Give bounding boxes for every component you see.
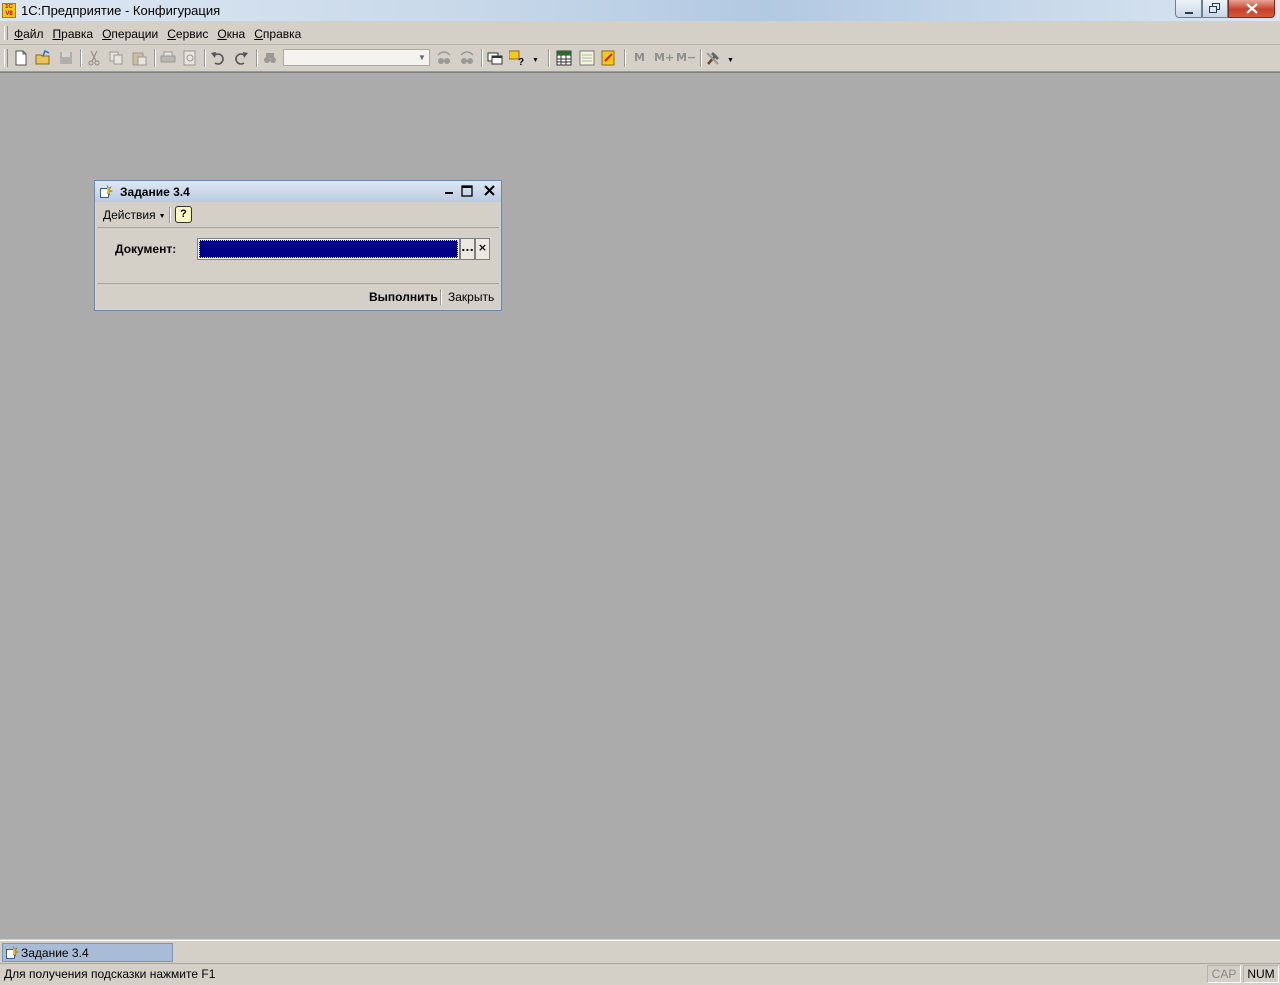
open-folder-icon[interactable] xyxy=(35,50,51,66)
document-field-input[interactable] xyxy=(197,238,460,260)
toolbar-grip[interactable] xyxy=(4,49,8,67)
help-dropdown-arrow-icon[interactable]: ▼ xyxy=(532,57,539,64)
window-tab-label: Задание 3.4 xyxy=(21,946,89,960)
close-window-button[interactable] xyxy=(1228,0,1275,18)
document-field-label: Документ: xyxy=(115,242,177,256)
toolbar-separator xyxy=(624,49,626,67)
find-previous-icon[interactable] xyxy=(459,50,475,66)
restore-icon xyxy=(1209,3,1220,13)
windows-list-icon[interactable] xyxy=(487,50,503,66)
menu-item-5[interactable]: Справка xyxy=(254,27,301,41)
ellipsis-icon: ... xyxy=(461,241,474,254)
memory-button-1[interactable]: M+ xyxy=(654,50,674,66)
toolbar-separator xyxy=(548,49,550,67)
search-combobox[interactable]: ▼ xyxy=(283,49,430,66)
processing-form-icon xyxy=(6,946,19,959)
document-clear-button[interactable]: × xyxy=(475,238,490,260)
clear-x-icon: × xyxy=(477,241,488,254)
print-preview-icon[interactable] xyxy=(182,50,198,66)
menu-item-4[interactable]: Окна xyxy=(217,27,245,41)
actions-menu-label: Действия xyxy=(103,208,156,222)
minimize-icon xyxy=(445,192,453,194)
print-icon[interactable] xyxy=(160,50,176,66)
menu-item-3[interactable]: Сервис xyxy=(167,27,208,41)
actions-menu-button[interactable]: Действия ▼ xyxy=(103,208,166,222)
dialog-title: Задание 3.4 xyxy=(120,185,190,199)
standard-toolbar: ▼ ? ▼ M M+ M− ▼ xyxy=(0,45,1280,72)
window-tab-task-3-4[interactable]: Задание 3.4 xyxy=(2,943,173,962)
document-field-selection xyxy=(199,240,458,258)
memory-button-0[interactable]: M xyxy=(634,50,645,66)
footer-separator xyxy=(440,289,442,305)
app-logo-icon: 1C V8 xyxy=(2,3,16,18)
menu-items: Файл Правка Операции Сервис Окна Справка xyxy=(14,27,310,41)
text-document-icon[interactable] xyxy=(579,50,595,66)
paste-icon[interactable] xyxy=(131,50,147,66)
find-binoculars-icon[interactable] xyxy=(262,50,278,66)
toolbar-separator xyxy=(700,49,702,67)
dialog-close-button[interactable] xyxy=(481,183,497,199)
toolbar-separator xyxy=(204,49,206,67)
menu-item-2[interactable]: Операции xyxy=(102,27,158,41)
restore-window-button[interactable] xyxy=(1202,0,1228,18)
window-tabs-bar: Задание 3.4 xyxy=(0,940,1280,963)
main-title-bar: 1C V8 1С:Предприятие - Конфигурация xyxy=(0,0,1280,21)
tools-hammer-icon[interactable] xyxy=(705,50,721,66)
toolbar-separator xyxy=(256,49,258,67)
num-lock-indicator: NUM xyxy=(1243,965,1279,983)
toolbar-separator xyxy=(80,49,82,67)
toolbar-separator xyxy=(154,49,156,67)
task-dialog: Задание 3.4 Действия ▼ ? Документ: ... × … xyxy=(94,180,502,311)
memory-button-2[interactable]: M− xyxy=(676,50,696,66)
status-hint: Для получения подсказки нажмите F1 xyxy=(4,967,216,981)
dialog-title-bar[interactable]: Задание 3.4 xyxy=(95,181,501,202)
menu-item-1[interactable]: Правка xyxy=(53,27,94,41)
dialog-command-bar: Действия ▼ ? xyxy=(97,203,499,228)
app-title: 1С:Предприятие - Конфигурация xyxy=(21,3,221,18)
new-document-icon[interactable] xyxy=(13,50,29,66)
help-button[interactable]: ? xyxy=(175,206,192,223)
help-1c-icon[interactable]: ? xyxy=(509,50,525,66)
copy-icon[interactable] xyxy=(108,50,124,66)
toolbar-separator xyxy=(481,49,483,67)
menu-grip[interactable] xyxy=(4,26,8,40)
chevron-down-icon: ▼ xyxy=(158,213,166,220)
svg-text:?: ? xyxy=(518,57,524,66)
chevron-down-icon[interactable]: ▼ xyxy=(415,50,429,65)
close-icon xyxy=(483,185,495,196)
menu-bar: Файл Правка Операции Сервис Окна Справка xyxy=(0,22,1280,45)
command-bar-separator xyxy=(169,207,171,223)
find-next-icon[interactable] xyxy=(436,50,452,66)
redo-icon[interactable] xyxy=(233,50,249,66)
cut-icon[interactable] xyxy=(86,50,102,66)
maximize-icon xyxy=(461,185,473,197)
status-bar: Для получения подсказки нажмите F1 CAP N… xyxy=(0,963,1280,985)
help-icon: ? xyxy=(180,208,187,220)
spreadsheet-icon[interactable] xyxy=(556,50,572,66)
menu-item-0[interactable]: Файл xyxy=(14,27,44,41)
close-button[interactable]: Закрыть xyxy=(448,290,494,304)
caps-lock-indicator: CAP xyxy=(1207,965,1241,983)
save-icon[interactable] xyxy=(58,50,74,66)
minimize-icon xyxy=(1184,12,1193,14)
tools-dropdown-arrow-icon[interactable]: ▼ xyxy=(727,57,734,64)
undo-icon[interactable] xyxy=(210,50,226,66)
minimize-window-button[interactable] xyxy=(1175,0,1202,18)
run-button[interactable]: Выполнить xyxy=(369,290,438,304)
dialog-footer: Выполнить Закрыть xyxy=(97,283,499,310)
dialog-maximize-button[interactable] xyxy=(459,183,475,199)
dialog-minimize-button[interactable] xyxy=(441,183,457,199)
close-icon xyxy=(1245,3,1258,14)
calculator-icon[interactable] xyxy=(601,50,617,66)
processing-form-icon xyxy=(100,185,113,198)
document-select-button[interactable]: ... xyxy=(460,238,475,260)
